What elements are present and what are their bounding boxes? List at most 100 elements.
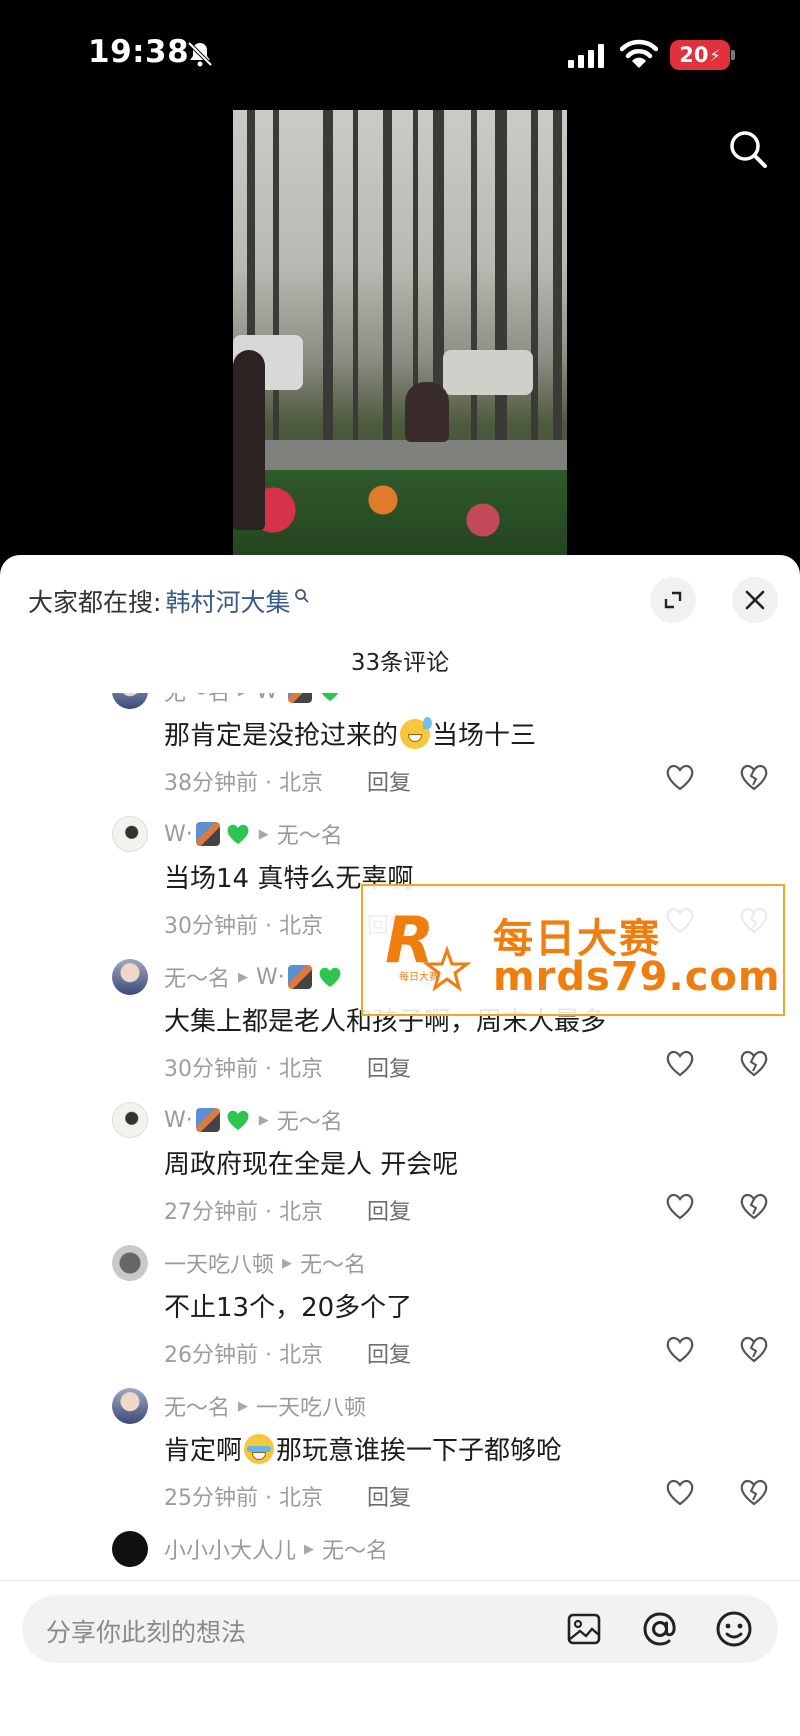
- comment-author[interactable]: 无～名: [164, 693, 230, 707]
- comment-author-line: 一天吃八顿 ▶ 无～名: [164, 1247, 366, 1279]
- comment-item: 小小小大人儿 ▶ 无～名: [0, 1531, 800, 1573]
- green-heart-icon: [227, 824, 249, 844]
- comment-author[interactable]: W·: [164, 1108, 193, 1133]
- battery-indicator: 20 ⚡: [670, 40, 730, 70]
- like-heart-icon[interactable]: [664, 1476, 696, 1508]
- hot-search[interactable]: 大家都在搜: 韩村河大集: [28, 583, 310, 619]
- like-heart-icon[interactable]: [664, 1047, 696, 1079]
- watermark-logo: R 每日大赛: [385, 904, 471, 992]
- comment-reply-to[interactable]: W·: [256, 965, 285, 990]
- dislike-broken-heart-icon[interactable]: [738, 1190, 770, 1222]
- comment-reply-to[interactable]: 一天吃八顿: [256, 1390, 366, 1422]
- comment-author-line: 无～名 ▶ 一天吃八顿: [164, 1390, 366, 1422]
- search-icon[interactable]: [727, 128, 769, 170]
- like-heart-icon[interactable]: [664, 761, 696, 793]
- comment-author[interactable]: 无～名: [164, 1390, 230, 1422]
- avatar[interactable]: [112, 693, 148, 709]
- comment-text-part: 那肯定是没抢过来的: [164, 721, 399, 751]
- comment-reply-to[interactable]: 无～名: [300, 1247, 366, 1279]
- like-heart-icon[interactable]: [664, 1190, 696, 1222]
- avatar[interactable]: [112, 1245, 148, 1281]
- hot-search-label: 大家都在搜:: [28, 588, 162, 617]
- reply-arrow-icon: ▶: [258, 826, 269, 842]
- comment-author[interactable]: W·: [164, 822, 193, 847]
- reply-button[interactable]: 回复: [367, 765, 411, 797]
- comment-author-line: 无～名 ▶ W·: [164, 693, 343, 707]
- comment-reply-to[interactable]: 无～名: [277, 1104, 343, 1136]
- battery-cap: [731, 50, 735, 60]
- comment-text: 那肯定是没抢过来的 当场十三: [164, 715, 536, 752]
- avatar[interactable]: [112, 816, 148, 852]
- comment-list[interactable]: 无～名 ▶ W· 那肯定是没抢过来的 当场十三 38分钟前 · 北京 回复 W· …: [0, 693, 800, 1573]
- avatar[interactable]: [112, 959, 148, 995]
- comment-meta: 38分钟前 · 北京: [164, 771, 323, 796]
- reply-button[interactable]: 回复: [367, 1337, 411, 1369]
- comment-meta: 27分钟前 · 北京: [164, 1200, 323, 1225]
- comment-text-part: 肯定啊: [164, 1436, 243, 1466]
- search-small-icon: [295, 589, 310, 603]
- avatar[interactable]: [112, 1102, 148, 1138]
- watermark-overlay: R 每日大赛 每日大赛 mrds79.com: [361, 884, 785, 1016]
- comment-author[interactable]: 小小小大人儿: [164, 1533, 296, 1565]
- like-heart-icon[interactable]: [664, 1333, 696, 1365]
- emoji-icon[interactable]: [714, 1609, 754, 1649]
- comment-text: 不止13个，20多个了: [164, 1293, 413, 1323]
- comment-text: 周政府现在全是人 开会呢: [164, 1150, 459, 1180]
- avatar[interactable]: [112, 1531, 148, 1567]
- crying-laughing-emoji: [244, 1434, 275, 1464]
- comment-input[interactable]: 分享你此刻的想法: [22, 1595, 778, 1663]
- hot-search-keyword[interactable]: 韩村河大集: [165, 583, 290, 619]
- comment-reply-to[interactable]: W·: [256, 693, 285, 704]
- expand-button[interactable]: [650, 577, 696, 623]
- comment-meta: 25分钟前 · 北京: [164, 1486, 323, 1511]
- status-time: 19:38: [88, 34, 190, 70]
- green-heart-icon: [321, 693, 339, 701]
- comment-author-line: 无～名 ▶ W·: [164, 961, 343, 993]
- comment-meta: 30分钟前 · 北京: [164, 914, 323, 939]
- comment-reply-to[interactable]: 无～名: [277, 818, 343, 850]
- comment-author-line: W· ▶ 无～名: [164, 818, 343, 850]
- reply-arrow-icon: ▶: [282, 1255, 293, 1271]
- comment-author[interactable]: 一天吃八顿: [164, 1247, 274, 1279]
- dislike-broken-heart-icon[interactable]: [738, 1047, 770, 1079]
- comment-item: 一天吃八顿 ▶ 无～名 不止13个，20多个了 26分钟前 · 北京 回复: [0, 1245, 800, 1388]
- watermark-logo-letter: R: [385, 904, 434, 978]
- avatar[interactable]: [112, 1388, 148, 1424]
- dislike-broken-heart-icon[interactable]: [738, 761, 770, 793]
- dislike-broken-heart-icon[interactable]: [738, 1333, 770, 1365]
- reply-button[interactable]: 回复: [367, 1480, 411, 1512]
- comment-author-line: W· ▶ 无～名: [164, 1104, 343, 1136]
- video-player[interactable]: [233, 110, 567, 558]
- reply-arrow-icon: ▶: [238, 969, 249, 985]
- reply-arrow-icon: ▶: [258, 1112, 269, 1128]
- image-icon[interactable]: [566, 1611, 602, 1647]
- status-bar: 19:38 20 ⚡: [0, 0, 800, 110]
- comment-input-bar: 分享你此刻的想法: [0, 1580, 800, 1736]
- comment-text-part: 那玩意谁挨一下子都够呛: [276, 1436, 563, 1466]
- close-button[interactable]: [732, 577, 778, 623]
- user-emoji-icon: [287, 693, 312, 703]
- comment-item: 无～名 ▶ W· 那肯定是没抢过来的 当场十三 38分钟前 · 北京 回复: [0, 693, 800, 816]
- user-emoji-icon: [195, 822, 220, 846]
- reply-button[interactable]: 回复: [367, 1194, 411, 1226]
- cellular-signal-icon: [568, 44, 608, 68]
- at-mention-icon[interactable]: [640, 1609, 680, 1649]
- comment-reply-to[interactable]: 无～名: [322, 1533, 388, 1565]
- green-heart-icon: [227, 1110, 249, 1130]
- watermark-url: mrds79.com: [493, 954, 781, 1000]
- wifi-icon: [620, 39, 658, 68]
- comment-meta: 26分钟前 · 北京: [164, 1343, 323, 1368]
- comment-input-placeholder[interactable]: 分享你此刻的想法: [46, 1613, 246, 1649]
- bell-off-icon: [187, 41, 213, 67]
- comment-text-part: 当场十三: [432, 721, 537, 751]
- comment-item: W· ▶ 无～名 周政府现在全是人 开会呢 27分钟前 · 北京 回复: [0, 1102, 800, 1245]
- comment-author[interactable]: 无～名: [164, 961, 230, 993]
- reply-arrow-icon: ▶: [238, 693, 248, 699]
- sweat-smile-emoji: [400, 717, 433, 749]
- comment-item: 无～名 ▶ 一天吃八顿 肯定啊 那玩意谁挨一下子都够呛 25分钟前 · 北京 回复: [0, 1388, 800, 1531]
- dislike-broken-heart-icon[interactable]: [738, 1476, 770, 1508]
- comment-meta: 30分钟前 · 北京: [164, 1057, 323, 1082]
- reply-button[interactable]: 回复: [367, 1051, 411, 1083]
- close-icon: [745, 590, 765, 610]
- reply-arrow-icon: ▶: [304, 1541, 315, 1557]
